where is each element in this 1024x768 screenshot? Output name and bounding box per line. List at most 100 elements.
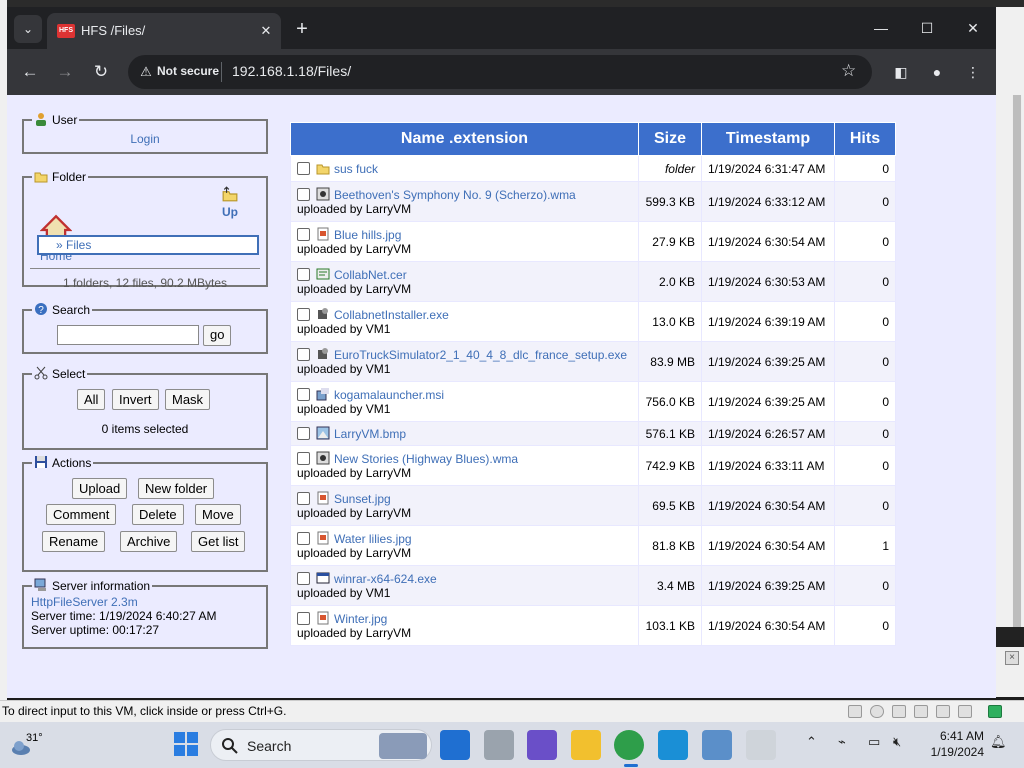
file-select-checkbox[interactable] <box>297 388 310 401</box>
file-name-link[interactable]: Beethoven's Symphony No. 9 (Scherzo).wma <box>334 188 576 202</box>
file-name-link[interactable]: LarryVM.bmp <box>334 427 406 441</box>
taskbar-search-box[interactable]: Search <box>210 729 432 761</box>
volume-muted-icon[interactable]: 🔇︎ <box>893 734 901 750</box>
copilot-app-icon[interactable] <box>440 730 470 760</box>
column-header-hits[interactable]: Hits <box>834 122 896 156</box>
upload-button[interactable]: Upload <box>72 478 128 499</box>
uploaded-by: uploaded by VM1 <box>297 322 391 336</box>
network-icon[interactable] <box>914 705 928 718</box>
hfs-version-link[interactable]: HttpFileServer 2.3m <box>31 595 266 609</box>
up-link[interactable]: Up <box>222 186 238 219</box>
address-bar[interactable]: ⚠ Not secure 192.168.1.18/Files/ ☆ <box>128 55 872 89</box>
display-icon[interactable]: ▭ <box>868 734 880 750</box>
url-text[interactable]: 192.168.1.18/Files/ <box>232 63 351 79</box>
usb-icon[interactable] <box>936 705 950 718</box>
user-panel: User Login <box>22 112 268 154</box>
column-header-name[interactable]: Name .extension <box>290 122 639 156</box>
photos-app-icon[interactable] <box>702 730 732 760</box>
file-select-checkbox[interactable] <box>297 427 310 440</box>
current-folder-label[interactable]: » Files <box>56 238 91 252</box>
remote-desktop-icon[interactable] <box>658 730 688 760</box>
new-folder-button[interactable]: New folder <box>138 478 215 499</box>
select-invert-button[interactable]: Invert <box>112 389 159 410</box>
new-tab-plus-icon[interactable]: + <box>290 17 314 41</box>
security-label[interactable]: Not secure <box>157 64 219 78</box>
side-panel-icon[interactable]: ◧ <box>890 61 912 83</box>
search-input[interactable] <box>57 325 199 345</box>
tab-title: HFS /Files/ <box>81 23 146 38</box>
delete-button[interactable]: Delete <box>132 504 184 525</box>
file-name-link[interactable]: kogamalauncher.msi <box>334 388 444 402</box>
tab-close-icon[interactable]: ✕ <box>257 22 275 40</box>
select-mask-button[interactable]: Mask <box>165 389 211 410</box>
host-dialog-close-icon[interactable]: × <box>1005 651 1019 665</box>
window-maximize-icon[interactable]: ☐ <box>907 15 947 41</box>
file-size-cell: 2.0 KB <box>638 261 702 302</box>
network-disconnected-icon[interactable]: ⌁ <box>838 734 846 750</box>
task-view-icon[interactable] <box>484 730 514 760</box>
file-name-link[interactable]: Sunset.jpg <box>334 492 391 506</box>
file-select-checkbox[interactable] <box>297 162 310 175</box>
bookmark-star-icon[interactable]: ☆ <box>841 61 856 81</box>
drive-icon[interactable] <box>848 705 862 718</box>
tab-search-chevron-icon[interactable]: ⌄ <box>14 15 42 43</box>
chrome-browser-icon[interactable] <box>614 730 644 760</box>
meet-app-icon[interactable] <box>527 730 557 760</box>
file-select-checkbox[interactable] <box>297 188 310 201</box>
file-select-checkbox[interactable] <box>297 228 310 241</box>
select-all-button[interactable]: All <box>77 389 106 410</box>
notification-bell-icon[interactable]: 🔔︎ <box>990 734 1007 750</box>
window-close-icon[interactable]: ✕ <box>953 15 993 41</box>
profile-avatar-icon[interactable]: ● <box>926 61 948 83</box>
file-name-link[interactable]: Water lilies.jpg <box>334 532 412 546</box>
warning-triangle-icon[interactable]: ⚠ <box>138 64 154 80</box>
windows-start-icon[interactable] <box>173 731 199 757</box>
roblox-app-icon[interactable] <box>746 730 776 760</box>
file-select-checkbox[interactable] <box>297 308 310 321</box>
weather-widget[interactable]: 31° <box>10 730 50 762</box>
file-select-checkbox[interactable] <box>297 572 310 585</box>
keyboard-capture-icon[interactable] <box>958 705 972 718</box>
file-select-checkbox[interactable] <box>297 612 310 625</box>
vm-running-icon[interactable] <box>988 705 1002 718</box>
host-scrollbar-thumb[interactable] <box>1013 95 1021 627</box>
file-name-link[interactable]: Winter.jpg <box>334 612 387 626</box>
file-explorer-icon[interactable] <box>571 730 601 760</box>
file-select-checkbox[interactable] <box>297 492 310 505</box>
file-name-link[interactable]: CollabnetInstaller.exe <box>334 308 449 322</box>
file-size-cell: 576.1 KB <box>638 421 702 446</box>
host-scrollbar[interactable] <box>1012 95 1022 627</box>
current-folder-item[interactable]: » Files <box>37 235 259 255</box>
file-name-link[interactable]: EuroTruckSimulator2_1_40_4_8_dlc_france_… <box>334 348 627 362</box>
file-row: CollabnetInstaller.exe uploaded by VM1 13.… <box>290 301 896 342</box>
taskbar-clock[interactable]: 6:41 AM 1/19/2024 <box>918 728 984 760</box>
file-name-link[interactable]: New Stories (Highway Blues).wma <box>334 452 518 466</box>
floppy-icon[interactable] <box>892 705 906 718</box>
rename-button[interactable]: Rename <box>42 531 106 552</box>
reload-icon[interactable]: ↻ <box>88 59 114 85</box>
window-minimize-icon[interactable]: — <box>861 15 901 41</box>
file-name-link[interactable]: Blue hills.jpg <box>334 228 401 242</box>
file-select-checkbox[interactable] <box>297 452 310 465</box>
column-header-timestamp[interactable]: Timestamp <box>701 122 835 156</box>
back-arrow-icon[interactable]: ← <box>17 59 43 85</box>
optical-drive-icon[interactable] <box>870 705 884 718</box>
file-name-link[interactable]: sus fuck <box>334 162 378 176</box>
get-list-button[interactable]: Get list <box>191 531 246 552</box>
comment-button[interactable]: Comment <box>46 504 117 525</box>
search-go-button[interactable]: go <box>203 325 232 346</box>
tray-overflow-chevron-icon[interactable]: ⌃ <box>806 734 817 750</box>
file-select-checkbox[interactable] <box>297 268 310 281</box>
login-link[interactable]: Login <box>130 132 159 146</box>
forward-arrow-icon[interactable]: → <box>52 59 78 85</box>
kebab-menu-icon[interactable]: ⋮ <box>962 61 984 83</box>
move-button[interactable]: Move <box>195 504 241 525</box>
file-select-checkbox[interactable] <box>297 348 310 361</box>
file-name-link[interactable]: winrar-x64-624.exe <box>334 572 437 586</box>
active-tab[interactable]: HFS HFS /Files/ ✕ <box>47 13 281 49</box>
up-link-label[interactable]: Up <box>222 205 238 219</box>
file-name-link[interactable]: CollabNet.cer <box>334 268 407 282</box>
archive-button[interactable]: Archive <box>120 531 178 552</box>
column-header-size[interactable]: Size <box>638 122 702 156</box>
file-select-checkbox[interactable] <box>297 532 310 545</box>
